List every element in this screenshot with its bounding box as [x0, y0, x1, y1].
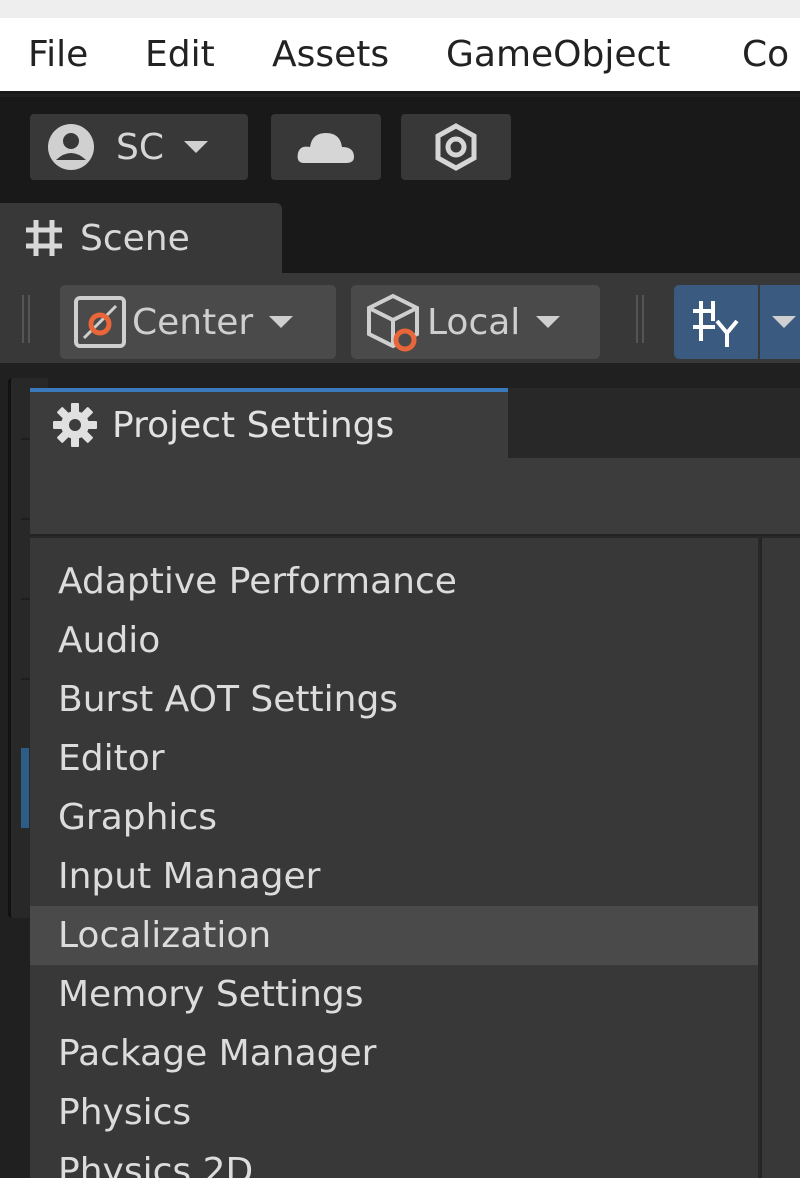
services-button[interactable] [401, 114, 511, 180]
menu-assets[interactable]: Assets [272, 34, 389, 75]
list-item-input-manager[interactable]: Input Manager [30, 847, 758, 906]
main-toolbar: SC [0, 97, 800, 203]
list-item-audio[interactable]: Audio [30, 611, 758, 670]
menu-edit[interactable]: Edit [145, 34, 215, 75]
chevron-down-icon [269, 316, 294, 328]
chevron-down-icon [536, 316, 561, 328]
pivot-rotation-label: Local [427, 301, 521, 343]
list-item-physics[interactable]: Physics [30, 1083, 758, 1142]
list-item-package-manager[interactable]: Package Manager [30, 1024, 758, 1083]
scene-tab-bar: Scene [0, 203, 800, 273]
menu-gameobject[interactable]: GameObject [446, 34, 670, 75]
gear-icon [53, 403, 97, 447]
menu-bar: File Edit Assets GameObject Co [0, 18, 800, 94]
pivot-center-icon [74, 296, 126, 348]
selection-indicator [21, 748, 29, 828]
tab-project-settings[interactable]: Project Settings [30, 388, 508, 458]
grid-snap-icon [693, 301, 739, 347]
list-item-localization[interactable]: Localization [30, 906, 758, 965]
local-cube-icon [367, 293, 419, 352]
settings-detail-pane [760, 538, 800, 1178]
menu-component[interactable]: Co [742, 34, 789, 75]
toolbar-grip[interactable] [22, 295, 30, 343]
list-item-graphics[interactable]: Graphics [30, 788, 758, 847]
list-item-adaptive-performance[interactable]: Adaptive Performance [30, 552, 758, 611]
chevron-down-icon [772, 316, 796, 328]
tab-scene[interactable]: Scene [0, 203, 282, 273]
list-item-physics-2d[interactable]: Physics 2D [30, 1142, 758, 1178]
list-item-editor[interactable]: Editor [30, 729, 758, 788]
scene-toolbar: Center Local [0, 273, 800, 363]
pivot-mode-label: Center [132, 301, 254, 343]
cloud-button[interactable] [271, 114, 381, 180]
window-title-strip [0, 0, 800, 18]
menu-file[interactable]: File [28, 34, 88, 75]
grid-snap-toggle[interactable] [674, 285, 758, 359]
pivot-mode-dropdown[interactable]: Center [60, 285, 336, 359]
grid-hash-icon [26, 220, 62, 256]
list-item-burst-aot-settings[interactable]: Burst AOT Settings [30, 670, 758, 729]
chevron-down-icon [184, 141, 208, 153]
services-icon [435, 123, 477, 171]
toolbar-grip[interactable] [636, 295, 644, 343]
account-icon [48, 124, 94, 170]
window-title: Project Settings [112, 404, 395, 446]
account-label: SC [116, 126, 164, 168]
list-item-memory-settings[interactable]: Memory Settings [30, 965, 758, 1024]
search-bar-area [30, 458, 800, 536]
cloud-icon [297, 133, 354, 163]
account-button[interactable]: SC [30, 114, 248, 180]
settings-category-list: Adaptive Performance Audio Burst AOT Set… [30, 538, 758, 1178]
pivot-rotation-dropdown[interactable]: Local [351, 285, 600, 359]
grid-snap-dropdown[interactable] [760, 285, 800, 359]
project-settings-window: Project Settings Adaptive Performance Au… [30, 388, 800, 1178]
scene-tab-label: Scene [80, 217, 190, 259]
